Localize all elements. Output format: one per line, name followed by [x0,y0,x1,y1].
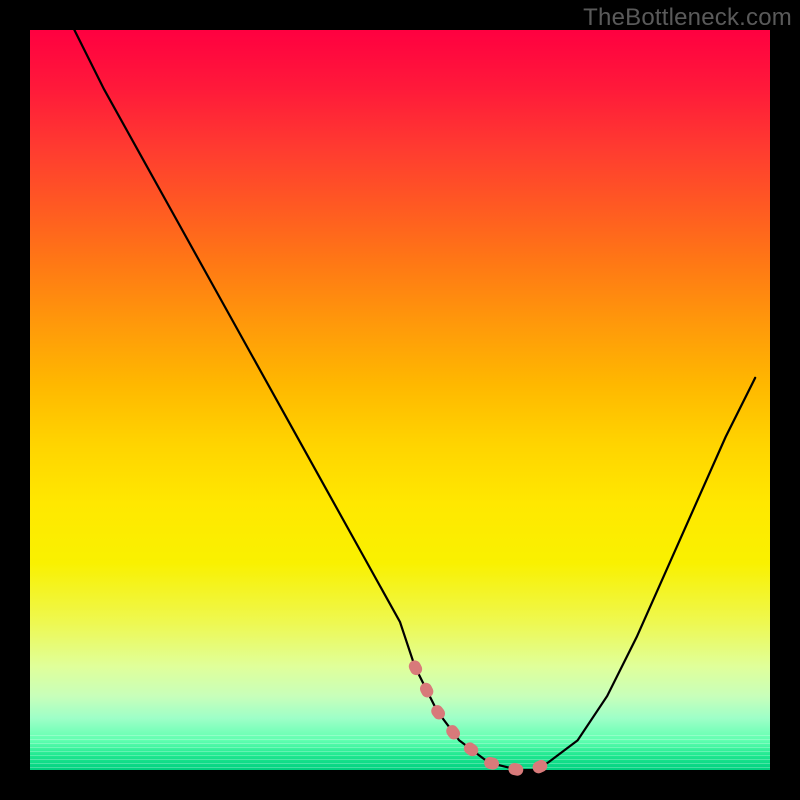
plot-area [30,30,770,770]
curve-layer [30,30,770,770]
chart-canvas: TheBottleneck.com [0,0,800,800]
optimal-marker [415,666,548,770]
bottleneck-curve [74,30,755,770]
watermark-text: TheBottleneck.com [583,4,792,32]
